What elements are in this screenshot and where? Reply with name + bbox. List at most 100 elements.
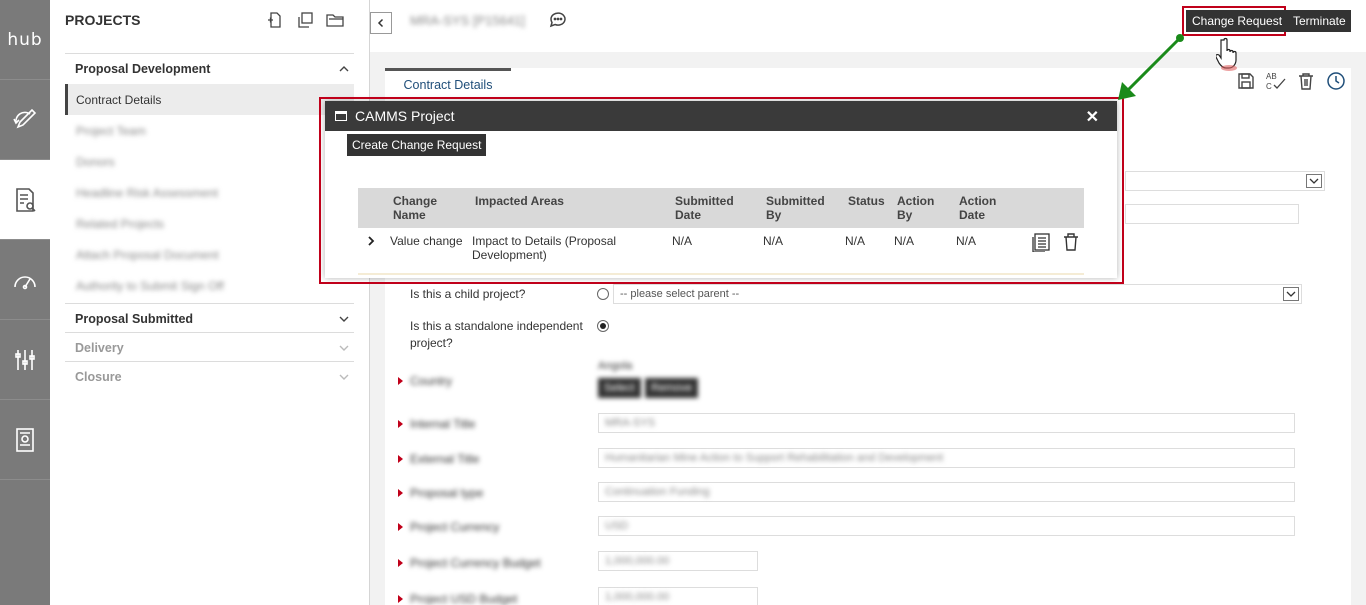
- hidden-field-2[interactable]: [1125, 204, 1299, 224]
- required-marker: [398, 489, 403, 497]
- proposal-type-value: Continuation Funding: [605, 486, 710, 498]
- chevron-down-icon: [339, 345, 349, 351]
- external-title-input[interactable]: Humanitarian Mine Action to Support Reha…: [598, 448, 1295, 468]
- proposal-type-select[interactable]: Continuation Funding: [598, 482, 1295, 502]
- history-icon[interactable]: [1325, 70, 1347, 92]
- gauge-icon[interactable]: [0, 240, 50, 320]
- report-book-icon[interactable]: [0, 400, 50, 480]
- required-marker: [398, 559, 403, 567]
- nav-item-related-projects[interactable]: Related Projects: [65, 208, 354, 239]
- external-title-value: Humanitarian Mine Action to Support Reha…: [605, 452, 944, 464]
- currency-budget-value: 1,000,000.00: [605, 555, 670, 567]
- currency-budget-label: Project Currency Budget: [410, 556, 541, 570]
- standalone-label: Is this a standalone independent project…: [410, 319, 583, 350]
- chevron-down-icon: [339, 316, 349, 322]
- internal-title-label: Internal Title: [410, 417, 476, 431]
- back-button[interactable]: [370, 12, 392, 34]
- nav-item-contract-details[interactable]: Contract Details: [65, 84, 354, 115]
- nav-item-label: Project Team: [76, 123, 146, 138]
- standalone-radio[interactable]: [597, 320, 609, 332]
- nav-item-project-team[interactable]: Project Team: [65, 115, 354, 146]
- pencil-cycle-icon[interactable]: [0, 80, 50, 160]
- hand-cursor-icon: [1216, 37, 1237, 71]
- chevron-up-icon: [339, 66, 349, 72]
- copy-icon[interactable]: [295, 10, 315, 30]
- section-header-closure[interactable]: Closure: [65, 362, 354, 392]
- section-delivery: Delivery: [65, 332, 354, 363]
- section-header-proposal-submitted[interactable]: Proposal Submitted: [65, 304, 354, 334]
- currency-budget-input[interactable]: 1,000,000.00: [598, 551, 758, 571]
- section-label: Delivery: [75, 341, 124, 355]
- section-proposal-development: Proposal Development Contract Details Pr…: [65, 53, 354, 301]
- internal-title-input[interactable]: MRA-SYS: [598, 413, 1295, 433]
- nav-item-label: Authority to Submit Sign Off: [76, 278, 224, 293]
- parent-select[interactable]: -- please select parent --: [613, 284, 1302, 304]
- section-label: Proposal Submitted: [75, 312, 194, 326]
- country-label: Country: [410, 374, 453, 388]
- delete-icon[interactable]: [1295, 70, 1317, 92]
- required-marker: [398, 595, 403, 603]
- section-header-delivery[interactable]: Delivery: [65, 333, 354, 363]
- chevron-down-icon: [339, 374, 349, 380]
- section-closure: Closure: [65, 361, 354, 392]
- child-project-label: Is this a child project?: [410, 287, 526, 301]
- usd-budget-label: Project USD Budget: [410, 592, 518, 605]
- section-label: Proposal Development: [75, 62, 211, 76]
- external-title-label: External Title: [410, 452, 480, 466]
- add-file-icon[interactable]: [265, 10, 285, 30]
- nav-item-label: Donors: [76, 154, 115, 169]
- child-project-radio[interactable]: [597, 288, 609, 300]
- content-toolbar: AB C: [1235, 70, 1347, 92]
- parent-select-value: -- please select parent --: [620, 288, 740, 300]
- annotation-arrow: [1118, 34, 1184, 100]
- section-label: Closure: [75, 370, 122, 384]
- svg-text:C: C: [1266, 82, 1272, 91]
- remove-country-button[interactable]: Remove: [645, 378, 698, 398]
- document-search-icon[interactable]: [0, 160, 50, 240]
- required-marker: [398, 455, 403, 463]
- chevron-down-icon: [1283, 287, 1299, 301]
- comment-icon[interactable]: [548, 10, 568, 30]
- nav-item-risk-assessment[interactable]: Headline Risk Assessment: [65, 177, 354, 208]
- project-currency-value: USD: [605, 520, 629, 532]
- hidden-select-1[interactable]: [1125, 171, 1325, 191]
- projects-panel: PROJECTS Proposal Development Contract D…: [50, 0, 370, 605]
- usd-budget-input[interactable]: 1,000,000.00: [598, 587, 758, 605]
- spellcheck-icon[interactable]: ABC: [1265, 70, 1287, 92]
- required-marker: [398, 420, 403, 428]
- nav-item-attach-document[interactable]: Attach Proposal Document: [65, 239, 354, 270]
- usd-budget-value: 1,000,000.00: [605, 591, 670, 603]
- tab-contract-details[interactable]: Contract Details: [385, 68, 511, 98]
- sliders-icon[interactable]: [0, 320, 50, 400]
- select-country-button[interactable]: Select: [598, 378, 641, 398]
- proposal-type-label: Proposal type: [410, 486, 484, 500]
- project-currency-label: Project Currency: [410, 520, 500, 534]
- hub-logo[interactable]: hub: [0, 0, 50, 80]
- save-icon[interactable]: [1235, 70, 1257, 92]
- change-request-button[interactable]: Change Request: [1186, 10, 1289, 32]
- nav-item-label: Attach Proposal Document: [76, 247, 219, 262]
- modal-highlight: [319, 97, 1124, 284]
- main-area: MRA-SYS [P15641] Change Request Terminat…: [370, 0, 1366, 605]
- nav-item-label: Headline Risk Assessment: [76, 185, 219, 200]
- nav-item-authority-sign-off[interactable]: Authority to Submit Sign Off: [65, 270, 354, 301]
- country-value: Angola: [598, 360, 633, 372]
- svg-text:AB: AB: [1266, 72, 1277, 81]
- nav-item-donors[interactable]: Donors: [65, 146, 354, 177]
- required-marker: [398, 377, 403, 385]
- projects-toolbar: [265, 10, 345, 30]
- nav-item-label: Related Projects: [76, 216, 165, 231]
- terminate-button[interactable]: Terminate: [1288, 10, 1351, 32]
- internal-title-value: MRA-SYS: [605, 417, 656, 429]
- section-header-proposal-development[interactable]: Proposal Development: [65, 54, 354, 84]
- chevron-down-icon: [1306, 174, 1322, 188]
- nav-item-label: Contract Details: [76, 92, 162, 107]
- section-proposal-submitted: Proposal Submitted: [65, 303, 354, 334]
- project-name: MRA-SYS [P15641]: [410, 13, 525, 28]
- project-currency-select[interactable]: USD: [598, 516, 1295, 536]
- icon-rail: hub: [0, 0, 50, 605]
- folder-icon[interactable]: [325, 10, 345, 30]
- chevron-left-icon: [377, 18, 384, 28]
- projects-title: PROJECTS: [65, 12, 141, 28]
- hub-logo-text: hub: [7, 29, 43, 50]
